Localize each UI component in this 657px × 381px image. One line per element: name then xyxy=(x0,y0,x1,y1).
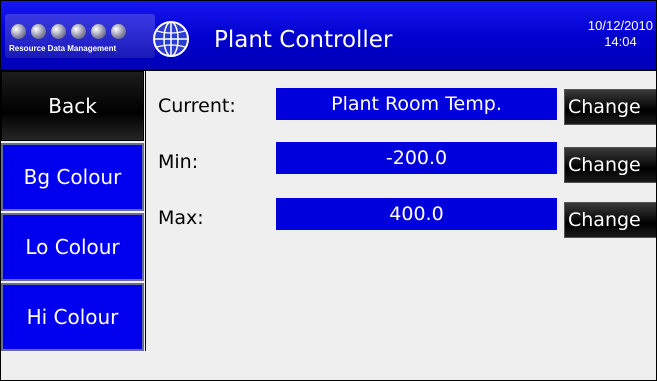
hi-colour-button[interactable]: Hi Colour xyxy=(1,283,144,351)
date-time-display: 10/12/2010 14:04 xyxy=(588,18,653,50)
globe-icon xyxy=(153,21,189,57)
back-button[interactable]: Back xyxy=(1,71,144,141)
current-value-field[interactable]: Plant Room Temp. xyxy=(276,88,557,120)
logo-dots-icon: Resource Data Management xyxy=(5,14,155,58)
change-max-button[interactable]: Change xyxy=(564,202,656,238)
sidebar: Back Bg Colour Lo Colour Hi Colour xyxy=(1,71,146,351)
min-value-field[interactable]: -200.0 xyxy=(276,142,557,174)
lo-colour-button[interactable]: Lo Colour xyxy=(1,213,144,281)
max-value-field[interactable]: 400.0 xyxy=(276,198,557,230)
bg-colour-button[interactable]: Bg Colour xyxy=(1,143,144,211)
time-text: 14:04 xyxy=(604,34,637,49)
bottom-status-strip xyxy=(1,353,656,380)
max-label: Max: xyxy=(158,207,204,229)
min-label: Min: xyxy=(158,151,199,173)
current-label: Current: xyxy=(158,95,236,117)
header-bar: Resource Data Management Plant Controlle… xyxy=(1,1,656,71)
plant-controller-screen: Resource Data Management Plant Controlle… xyxy=(0,0,657,381)
change-current-button[interactable]: Change xyxy=(564,89,656,125)
logo-text: Resource Data Management xyxy=(9,44,117,53)
date-text: 10/12/2010 xyxy=(587,18,653,33)
change-min-button[interactable]: Change xyxy=(564,147,656,183)
page-title: Plant Controller xyxy=(214,27,393,53)
